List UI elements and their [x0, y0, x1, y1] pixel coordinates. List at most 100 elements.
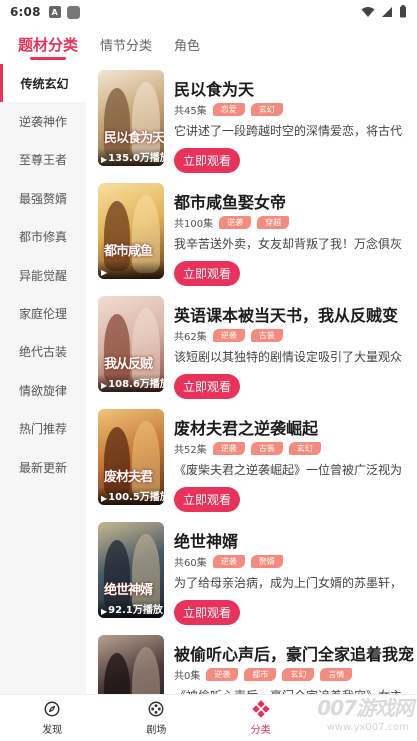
- play-count-text: 92.1万播放: [108, 605, 163, 616]
- drama-meta: 共60集 逆袭 赘婿: [174, 554, 289, 569]
- sidebar-item-supreme-king[interactable]: 至尊王者: [0, 141, 86, 179]
- drama-meta: 共62集 逆袭 古装: [174, 328, 289, 343]
- sidebar-item-urban-cultivation[interactable]: 都市修真: [0, 218, 86, 256]
- tab-plot-category[interactable]: 情节分类: [100, 24, 152, 64]
- play-icon: ▶: [101, 381, 108, 390]
- drama-meta: 共45集 恋爱 玄幻: [174, 102, 289, 117]
- play-count: ▶ 108.6万播放: [98, 374, 164, 392]
- nav-category[interactable]: 分类: [209, 695, 313, 741]
- play-icon: ▶: [101, 155, 108, 164]
- sidebar-item-costume[interactable]: 绝代古装: [0, 333, 86, 371]
- play-count: ▶: [98, 261, 164, 279]
- drama-card[interactable]: 都市咸鱼 ▶ 都市咸鱼娶女帝 共100集 逆袭 穿越 我辛苦送外卖，女友却背叛了我…: [98, 183, 414, 287]
- watch-now-button[interactable]: 立即观看: [174, 374, 240, 399]
- drama-title[interactable]: 废材夫君之逆袭崛起: [174, 415, 414, 439]
- play-count: ▶ 100.5万播放: [98, 487, 164, 505]
- tab-label: 角色: [174, 38, 201, 54]
- notification-square-icon: [66, 5, 80, 19]
- drama-card[interactable]: 绝世神婿 ▶ 92.1万播放 绝世神婿 共60集 逆袭 赘婿 为了给母亲治病，成为上…: [98, 522, 414, 626]
- signal-icon: [382, 6, 392, 17]
- sidebar-item-latest[interactable]: 最新更新: [0, 448, 86, 486]
- sidebar-item-family-ethics[interactable]: 家庭伦理: [0, 294, 86, 332]
- drama-card[interactable]: 民以食为天 ▶ 135.0万播放 民以食为天 共45集 恋爱 玄幻 它讲述了一段跨越…: [98, 70, 414, 174]
- sidebar-item-traditional-fantasy[interactable]: 传统玄幻: [0, 64, 86, 103]
- category-icon: [252, 700, 270, 718]
- drama-list: 民以食为天 ▶ 135.0万播放 民以食为天 共45集 恋爱 玄幻 它讲述了一段跨越…: [86, 64, 417, 694]
- genre-tag: 穿越: [257, 215, 290, 229]
- genre-tag: 言情: [320, 667, 353, 681]
- watch-now-button[interactable]: 立即观看: [174, 487, 240, 512]
- genre-tag: 恋爱: [212, 102, 245, 116]
- tab-theme-category[interactable]: 题材分类: [18, 24, 78, 64]
- drama-title[interactable]: 绝世神婿: [174, 528, 414, 552]
- poster-title-art: 废材夫君: [104, 470, 153, 485]
- nav-label: 剧场: [146, 725, 167, 736]
- genre-tag: 赘婿: [250, 554, 283, 568]
- watch-now-button[interactable]: 立即观看: [174, 148, 240, 173]
- genre-tag: 逆袭: [212, 328, 245, 342]
- poster-title-art: 我从反贼: [104, 357, 153, 372]
- drama-title[interactable]: 被偷听心声后，豪门全家追着我宠: [174, 641, 414, 665]
- drama-card[interactable]: 废材夫君 ▶ 100.5万播放 废材夫君之逆袭崛起 共52集 逆袭 古装 玄幻 《废柴…: [98, 409, 414, 513]
- episode-count: 共0集: [174, 670, 201, 682]
- sidebar-item-superpower[interactable]: 异能觉醒: [0, 256, 86, 294]
- battery-icon: [400, 5, 406, 18]
- wifi-icon: [361, 6, 375, 17]
- nav-theater[interactable]: 剧场: [104, 695, 208, 741]
- sidebar-item-romance[interactable]: 情欲旋律: [0, 371, 86, 409]
- sidebar-item-counterattack[interactable]: 逆袭神作: [0, 102, 86, 140]
- genre-tag: 逆袭: [212, 554, 245, 568]
- genre-tag: 玄幻: [250, 102, 283, 116]
- drama-description: 我辛苦送外卖，女友却背叛了我！万念俱灰: [174, 237, 403, 251]
- genre-tag: 玄幻: [288, 441, 321, 455]
- drama-poster[interactable]: 绝世神婿 ▶ 92.1万播放: [98, 522, 164, 618]
- play-count: ▶ 135.0万播放: [98, 148, 164, 166]
- drama-poster[interactable]: ▶: [98, 635, 164, 694]
- drama-description: 《被偷听心声后，豪门全家追着我宠》女主: [174, 687, 414, 694]
- tab-label: 题材分类: [18, 35, 79, 54]
- drama-description: 该短剧以其独特的剧情设定吸引了大量观众: [174, 350, 403, 364]
- play-icon: ▶: [101, 268, 108, 277]
- poster-title-art: 都市咸鱼: [104, 244, 153, 259]
- watch-now-button[interactable]: 立即观看: [174, 600, 240, 625]
- drama-poster[interactable]: 我从反贼 ▶ 108.6万播放: [98, 296, 164, 392]
- tab-role[interactable]: 角色: [174, 24, 200, 64]
- genre-tag: 玄幻: [282, 667, 315, 681]
- episode-count: 共62集: [174, 331, 207, 343]
- poster-figure-left: [104, 653, 130, 694]
- poster-figure-right: [132, 647, 160, 694]
- play-icon: ▶: [101, 607, 108, 616]
- sidebar-item-son-in-law[interactable]: 最强赘婿: [0, 179, 86, 217]
- drama-poster[interactable]: 民以食为天 ▶ 135.0万播放: [98, 70, 164, 166]
- drama-poster[interactable]: 都市咸鱼 ▶: [98, 183, 164, 279]
- tab-label: 情节分类: [100, 38, 153, 54]
- nav-label: 发现: [42, 725, 63, 736]
- drama-meta: 共52集 逆袭 古装 玄幻: [174, 441, 327, 456]
- status-bar: 6:08 A: [0, 0, 417, 24]
- nav-discover[interactable]: 发现: [0, 695, 104, 741]
- compass-icon: [44, 701, 60, 717]
- watch-now-button[interactable]: 立即观看: [174, 261, 240, 286]
- episode-count: 共100集: [174, 218, 214, 230]
- poster-title-art: 民以食为天: [104, 131, 164, 146]
- drama-title[interactable]: 都市咸鱼娶女帝: [174, 189, 414, 213]
- drama-card[interactable]: ▶ 被偷听心声后，豪门全家追着我宠 共0集 逆袭都市玄幻言情 《被偷听心声后，豪…: [98, 635, 414, 694]
- status-indicators: [361, 5, 407, 18]
- category-sidebar: 传统玄幻 逆袭神作 至尊王者 最强赘婿 都市修真 异能觉醒 家庭伦理 绝代古装 …: [0, 64, 86, 694]
- drama-poster[interactable]: 废材夫君 ▶ 100.5万播放: [98, 409, 164, 505]
- top-tab-bar: 题材分类 情节分类 角色: [0, 24, 417, 64]
- film-reel-icon: [148, 701, 164, 717]
- play-count-text: 108.6万播放: [108, 379, 164, 390]
- drama-title[interactable]: 民以食为天: [174, 76, 414, 100]
- drama-title[interactable]: 英语课本被当天书，我从反贼变: [174, 302, 414, 326]
- notification-a-icon: A: [48, 6, 61, 18]
- drama-card[interactable]: 我从反贼 ▶ 108.6万播放 英语课本被当天书，我从反贼变 共62集 逆袭 古装 …: [98, 296, 414, 400]
- nav-profile[interactable]: [313, 695, 417, 741]
- genre-tag: 逆袭: [212, 441, 245, 455]
- bottom-navigation: 发现 剧场 分类: [0, 694, 417, 741]
- sidebar-item-hot[interactable]: 热门推荐: [0, 410, 86, 448]
- episode-count: 共52集: [174, 444, 207, 456]
- genre-tag: 古装: [250, 441, 283, 455]
- drama-meta: 共0集 逆袭 都市 玄幻 言情: [174, 667, 358, 682]
- nav-label: 分类: [250, 725, 271, 736]
